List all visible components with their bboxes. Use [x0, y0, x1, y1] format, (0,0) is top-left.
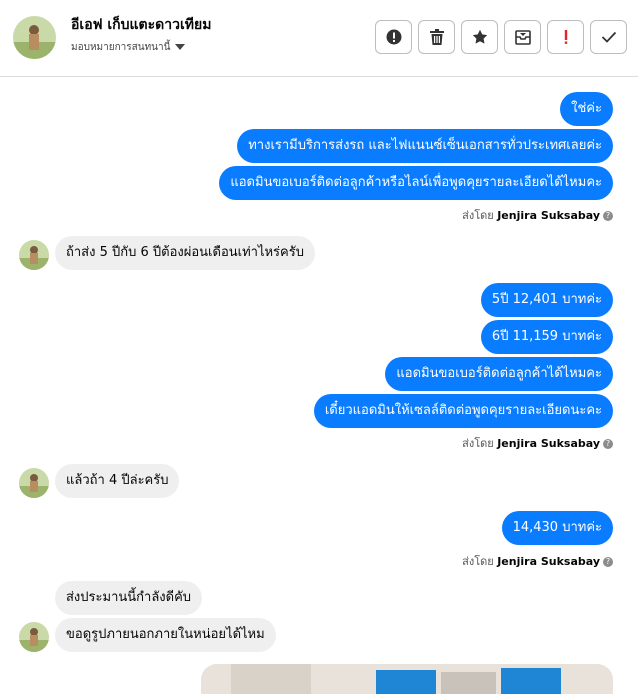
outgoing-message[interactable]: ใช่ค่ะ — [560, 92, 613, 126]
avatar — [19, 240, 49, 270]
outgoing-message[interactable]: แอดมินขอเบอร์ติดต่อลูกค้าได้ไหมคะ — [385, 357, 613, 391]
help-icon: ? — [603, 439, 613, 449]
info-button[interactable] — [375, 20, 412, 54]
trash-icon — [429, 29, 444, 45]
outgoing-message[interactable]: 6ปี 11,159 บาทค่ะ — [480, 320, 613, 354]
outgoing-message[interactable]: เดี๋ยวแอดมินให้เซลล์ติดต่อพูดคุยรายละเอี… — [313, 394, 613, 428]
contact-name[interactable]: อีเอฟ เก็บแตะดาวเทียม — [71, 14, 211, 36]
help-icon: ? — [603, 211, 613, 221]
flag-important-button[interactable] — [547, 20, 584, 54]
outgoing-message[interactable]: 14,430 บาทค่ะ — [501, 511, 613, 545]
outgoing-message[interactable]: ทางเรามีบริการส่งรถ และไฟแนนซ์เซ็นเอกสาร… — [237, 129, 613, 163]
check-icon — [601, 31, 616, 43]
caret-down-icon — [175, 44, 186, 50]
star-button[interactable] — [461, 20, 498, 54]
incoming-message[interactable]: ขอดูรูปภายนอกภายในหน่อยได้ไหม — [55, 618, 276, 652]
help-icon: ? — [603, 557, 613, 567]
outgoing-message[interactable]: แอดมินขอเบอร์ติดต่อลูกค้าหรือไลน์เพื่อพู… — [219, 166, 613, 200]
incoming-message[interactable]: แล้วถ้า 4 ปีล่ะครับ — [55, 464, 180, 498]
message-thread[interactable]: ใช่ค่ะ ทางเรามีบริการส่งรถ และไฟแนนซ์เซ็… — [0, 78, 638, 694]
conversation-header: อีเอฟ เก็บแตะดาวเทียม มอบหมายการสนทนานี้ — [0, 0, 638, 77]
assign-label: มอบหมายการสนทนานี้ — [71, 42, 171, 53]
image-attachment[interactable] — [201, 664, 613, 694]
info-icon — [386, 29, 401, 45]
assign-conversation-dropdown[interactable]: มอบหมายการสนทนานี้ — [71, 40, 186, 55]
sent-by-label: ส่งโดย Jenjira Suksabay? — [462, 552, 613, 570]
archive-button[interactable] — [504, 20, 541, 54]
incoming-message[interactable]: ถ้าส่ง 5 ปีกับ 6 ปีต้องผ่อนเดือนเท่าไหร่… — [55, 236, 315, 270]
action-toolbar — [375, 20, 627, 54]
avatar — [19, 468, 49, 498]
outgoing-message[interactable]: 5ปี 12,401 บาทค่ะ — [480, 283, 613, 317]
avatar[interactable] — [13, 16, 56, 59]
star-icon — [472, 29, 487, 44]
exclamation-icon — [564, 30, 567, 44]
incoming-message[interactable]: ส่งประมานนี้กำลังดีคับ — [55, 581, 203, 615]
avatar — [19, 622, 49, 652]
mark-done-button[interactable] — [590, 20, 627, 54]
archive-icon — [514, 30, 531, 45]
sent-by-label: ส่งโดย Jenjira Suksabay? — [462, 206, 613, 224]
delete-button[interactable] — [418, 20, 455, 54]
sent-by-label: ส่งโดย Jenjira Suksabay? — [462, 434, 613, 452]
